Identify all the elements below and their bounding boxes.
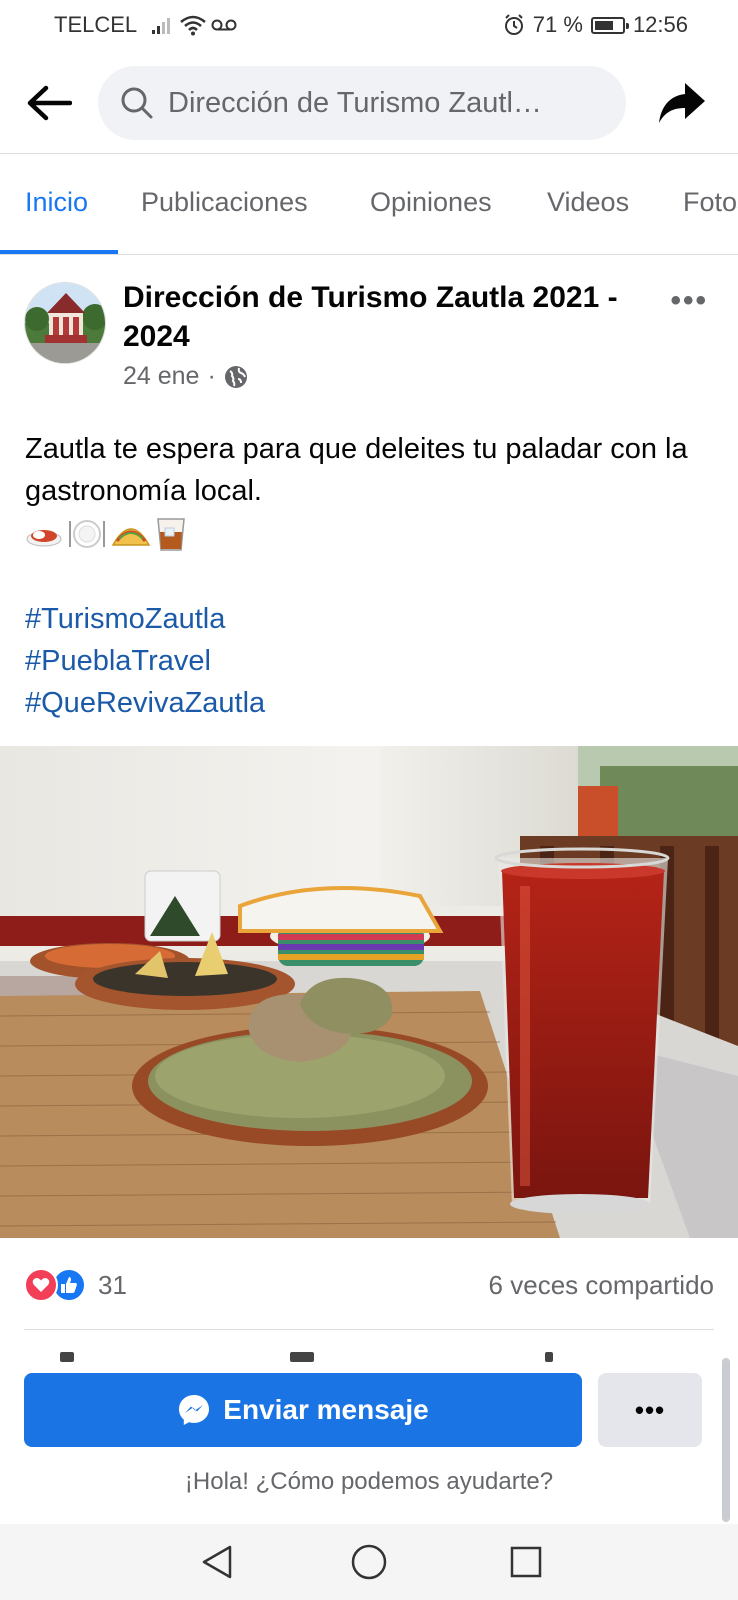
page-header: Dirección de Turismo Zautl… bbox=[0, 52, 738, 154]
more-options-button[interactable]: ••• bbox=[598, 1373, 702, 1447]
post-date[interactable]: 24 ene bbox=[123, 362, 199, 391]
battery-icon bbox=[590, 16, 629, 34]
page-name[interactable]: Dirección de Turismo Zautla 2021 - 2024 bbox=[123, 278, 643, 356]
active-tab-indicator bbox=[0, 250, 118, 254]
wifi-icon bbox=[180, 15, 206, 36]
post-meta: 24 ene · bbox=[123, 362, 248, 391]
tab-fotos[interactable]: Fotos bbox=[683, 187, 738, 218]
square-recents-icon bbox=[510, 1546, 542, 1578]
circle-home-icon bbox=[351, 1544, 387, 1580]
arrow-left-icon bbox=[27, 85, 72, 121]
status-left: TELCEL bbox=[54, 12, 237, 38]
meta-separator: · bbox=[207, 362, 216, 390]
partial-action-icon bbox=[60, 1352, 74, 1362]
battery-percent: 71 % bbox=[532, 12, 583, 37]
post-header: Dirección de Turismo Zautla 2021 - 2024 … bbox=[0, 256, 738, 406]
greeting-text: ¡Hola! ¿Cómo podemos ayudarte? bbox=[184, 1468, 554, 1495]
post-text: Zautla te espera para que deleites tu pa… bbox=[25, 428, 715, 724]
back-button[interactable] bbox=[22, 76, 76, 130]
status-right: 71 % 12:56 bbox=[503, 12, 688, 38]
food-photo-image bbox=[0, 746, 738, 1238]
voicemail-icon bbox=[211, 19, 237, 31]
tab-publicaciones[interactable]: Publicaciones bbox=[141, 187, 308, 218]
carrier-name: TELCEL bbox=[54, 12, 138, 37]
kiosk-avatar-image bbox=[25, 283, 105, 363]
scrollbar[interactable] bbox=[722, 1358, 730, 1522]
nav-home-button[interactable] bbox=[345, 1538, 393, 1586]
partial-action-icon bbox=[545, 1352, 553, 1362]
clock: 12:56 bbox=[632, 12, 688, 37]
search-text: Dirección de Turismo Zautl… bbox=[168, 86, 542, 119]
share-button[interactable] bbox=[652, 74, 712, 132]
tab-videos[interactable]: Videos bbox=[547, 187, 629, 218]
share-count[interactable]: 6 veces compartido bbox=[489, 1270, 714, 1301]
taco-icon bbox=[111, 528, 151, 546]
share-arrow-icon bbox=[659, 83, 705, 123]
tab-inicio[interactable]: Inicio bbox=[25, 187, 88, 218]
nav-recents-button[interactable] bbox=[502, 1538, 550, 1586]
reaction-count[interactable]: 31 bbox=[98, 1270, 127, 1301]
hashtag-link[interactable]: #TurismoZautla bbox=[25, 598, 715, 640]
partial-action-icon bbox=[290, 1352, 314, 1362]
search-icon bbox=[121, 87, 153, 119]
page-tabs: Inicio Publicaciones Opiniones Videos Fo… bbox=[0, 155, 738, 255]
globe-icon bbox=[224, 365, 247, 388]
hashtag-link[interactable]: #PueblaTravel bbox=[25, 640, 715, 682]
nav-back-button[interactable] bbox=[193, 1538, 241, 1586]
hashtags: #TurismoZautla #PueblaTravel #QueRevivaZ… bbox=[25, 598, 715, 724]
signal-icon bbox=[152, 18, 171, 34]
tab-opiniones[interactable]: Opiniones bbox=[370, 187, 492, 218]
reactions-row: 31 6 veces compartido bbox=[0, 1238, 738, 1328]
message-cta-bar: Enviar mensaje ••• ¡Hola! ¿Cómo podemos … bbox=[0, 1348, 738, 1524]
hashtag-link[interactable]: #QueRevivaZautla bbox=[25, 682, 715, 724]
triangle-back-icon bbox=[202, 1545, 232, 1579]
send-message-label: Enviar mensaje bbox=[223, 1394, 429, 1425]
alarm-icon bbox=[504, 14, 523, 35]
send-message-button[interactable]: Enviar mensaje bbox=[24, 1373, 582, 1447]
post-photo[interactable] bbox=[0, 746, 738, 1238]
curry-rice-icon bbox=[26, 530, 62, 547]
reaction-icons[interactable] bbox=[24, 1268, 86, 1302]
post-options-button[interactable]: ••• bbox=[670, 284, 708, 318]
love-reaction-icon bbox=[24, 1268, 58, 1302]
messenger-icon bbox=[179, 1395, 210, 1425]
status-bar: TELCEL 71 % 12:56 bbox=[0, 0, 738, 52]
android-nav-bar bbox=[0, 1524, 738, 1600]
fork-plate-knife-icon bbox=[69, 520, 105, 548]
post-message: Zautla te espera para que deleites tu pa… bbox=[25, 433, 688, 507]
page-avatar[interactable] bbox=[24, 282, 106, 364]
divider bbox=[24, 1329, 714, 1330]
search-input[interactable]: Dirección de Turismo Zautl… bbox=[98, 66, 626, 140]
emoji-row bbox=[25, 512, 715, 556]
tumbler-glass-icon bbox=[157, 518, 185, 551]
